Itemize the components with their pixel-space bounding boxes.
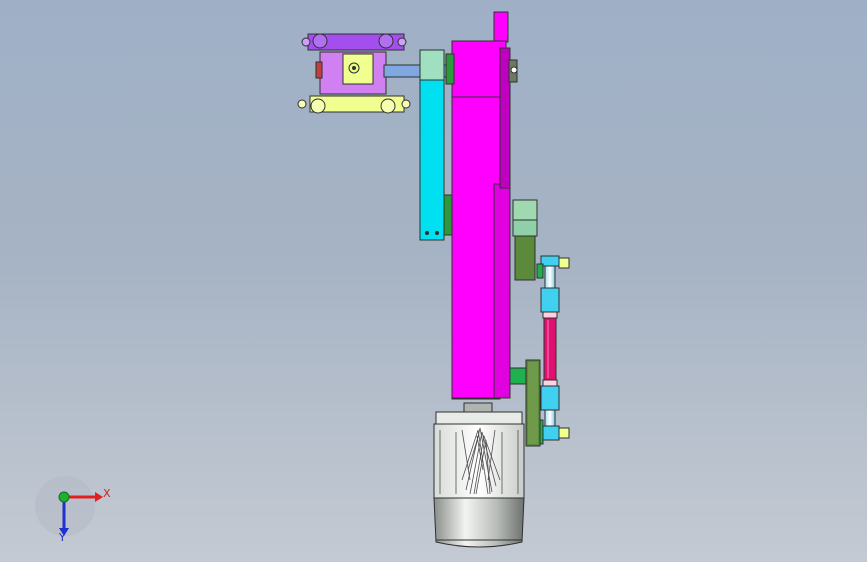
motor[interactable]	[433, 402, 525, 548]
pneumatic-cylinder[interactable]	[536, 255, 570, 445]
cad-viewport[interactable]: X Y	[0, 0, 867, 562]
upper-pivot-bracket[interactable]	[512, 199, 538, 281]
coordinate-triad	[35, 476, 103, 536]
triad-y-label: Y	[59, 531, 66, 544]
main-column[interactable]	[445, 11, 518, 400]
triad-x-label: X	[103, 487, 111, 500]
model-scene[interactable]	[0, 0, 867, 562]
